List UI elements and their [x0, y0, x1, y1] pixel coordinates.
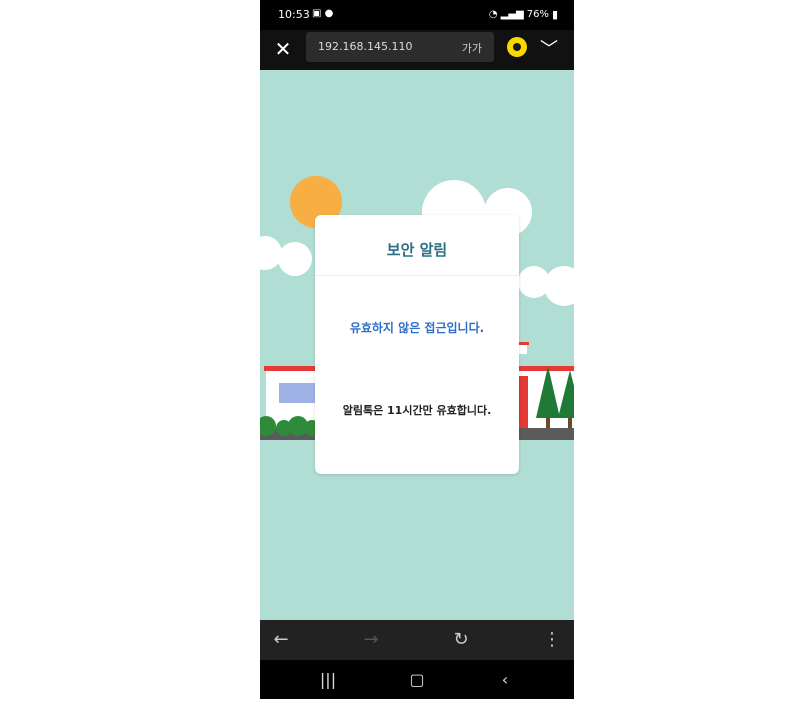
more-vertical-icon[interactable]: ⋮	[540, 628, 564, 652]
text-size-button[interactable]: 가가	[462, 40, 482, 56]
dialog-secondary-message: 알림톡은 11시간만 유효합니다.	[342, 404, 492, 417]
arrow-left-icon[interactable]: ←	[269, 628, 293, 652]
dialog-primary-message: 유효하지 않은 접근입니다.	[349, 321, 485, 335]
kakao-icon[interactable]	[507, 37, 527, 57]
notification-icons: ▣ ●	[312, 8, 334, 19]
close-icon[interactable]: ✕	[272, 38, 294, 60]
phone-screen: 10:53 ▣ ● ◔ ▂▄▆ 76% ▮ ✕ 192.168.145.110 …	[260, 0, 574, 699]
dialog-divider	[315, 275, 519, 276]
chevron-down-icon[interactable]: ﹀	[540, 35, 558, 61]
back-icon[interactable]: ‹	[493, 669, 517, 691]
browser-toolbar: ✕ 192.168.145.110 가가 ﹀	[260, 30, 574, 70]
url-bar[interactable]: 192.168.145.110 가가	[306, 32, 494, 62]
wifi-icon: ◔	[488, 9, 498, 20]
url-text: 192.168.145.110	[318, 40, 413, 53]
security-alert-dialog: 보안 알림 유효하지 않은 접근입니다. 알림톡은 11시간만 유효합니다.	[315, 215, 519, 474]
arrow-right-icon[interactable]: →	[359, 628, 383, 652]
status-bar: 10:53 ▣ ● ◔ ▂▄▆ 76% ▮	[260, 0, 574, 30]
home-icon[interactable]: ▢	[405, 669, 429, 691]
recent-apps-icon[interactable]: |||	[316, 669, 340, 691]
dialog-title: 보안 알림	[386, 241, 448, 259]
browser-bottom-nav: ← → ↻ ⋮	[260, 620, 574, 660]
page-content: 보안 알림 유효하지 않은 접근입니다. 알림톡은 11시간만 유효합니다.	[260, 70, 574, 620]
refresh-icon[interactable]: ↻	[449, 628, 473, 652]
status-time: 10:53	[278, 8, 310, 21]
battery-icon: ▮	[551, 8, 558, 21]
battery-percent: 76%	[526, 9, 549, 20]
system-nav-bar: ||| ▢ ‹	[260, 660, 574, 699]
signal-icon: ▂▄▆	[500, 9, 524, 20]
status-right: ◔ ▂▄▆ 76% ▮	[489, 8, 558, 21]
